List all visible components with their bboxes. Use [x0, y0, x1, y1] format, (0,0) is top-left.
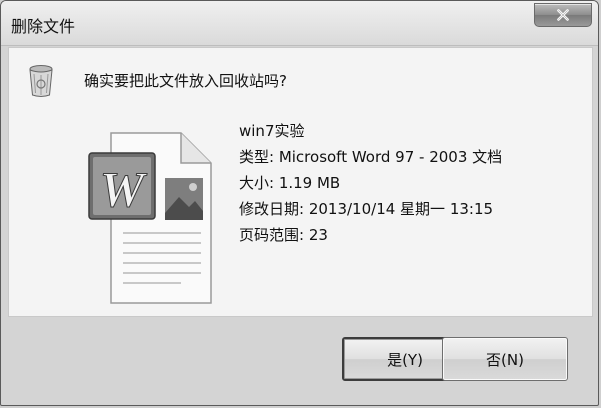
- title-bar[interactable]: 删除文件: [1, 1, 598, 46]
- dialog-title: 删除文件: [11, 17, 76, 36]
- file-type: 类型: Microsoft Word 97 - 2003 文档: [239, 148, 503, 166]
- close-button[interactable]: [534, 3, 592, 27]
- file-modified-date: 修改日期: 2013/10/14 星期一 13:15: [239, 200, 494, 218]
- no-button[interactable]: 否(N): [442, 337, 568, 381]
- file-page-range: 页码范围: 23: [239, 226, 328, 244]
- recycle-bin-icon: [29, 65, 53, 97]
- dialog-content: 确实要把此文件放入回收站吗? W win7实验 类型: Microsoft Wo…: [8, 47, 593, 317]
- close-icon: [557, 9, 569, 21]
- file-name: win7实验: [239, 122, 305, 140]
- file-size: 大小: 1.19 MB: [239, 174, 341, 192]
- confirm-question: 确实要把此文件放入回收站吗?: [84, 72, 287, 90]
- word-logo-letter: W: [100, 161, 148, 217]
- file-info: win7实验 类型: Microsoft Word 97 - 2003 文档 大…: [239, 118, 502, 248]
- delete-file-dialog: 删除文件 确实要把此文件放入回收站吗? W win7实验 类型: Microso…: [0, 0, 599, 406]
- button-bar: 是(Y) 否(N): [1, 317, 598, 405]
- word-document-icon: W: [88, 132, 212, 304]
